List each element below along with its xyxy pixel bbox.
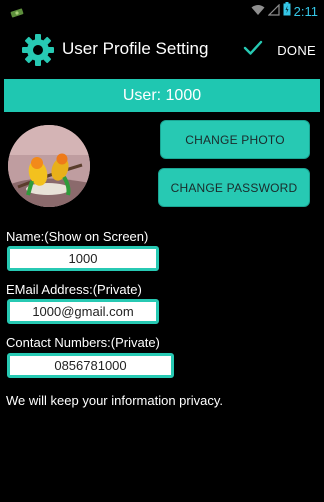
contact-label: Contact Numbers:(Private) [6, 335, 160, 350]
name-label: Name:(Show on Screen) [6, 229, 149, 244]
privacy-note: We will keep your information privacy. [6, 393, 223, 408]
notification-icon [10, 5, 24, 23]
email-value: 1000@gmail.com [32, 304, 134, 319]
status-bar: 2:11 [0, 0, 324, 22]
name-field[interactable]: 1000 [7, 246, 159, 271]
gear-icon[interactable] [20, 32, 56, 73]
status-time: 2:11 [293, 4, 318, 19]
change-photo-button[interactable]: CHANGE PHOTO [160, 120, 310, 159]
avatar[interactable] [8, 125, 90, 207]
wifi-icon [251, 3, 265, 21]
change-password-label: CHANGE PASSWORD [170, 180, 298, 195]
contact-value: 0856781000 [54, 358, 127, 373]
user-label: User: 1000 [122, 86, 202, 104]
check-icon [243, 40, 263, 61]
email-field[interactable]: 1000@gmail.com [7, 299, 159, 324]
action-bar: User Profile Setting DONE [0, 22, 324, 78]
done-button[interactable]: DONE [243, 32, 316, 68]
name-value: 1000 [68, 251, 98, 266]
email-label: EMail Address:(Private) [6, 282, 142, 297]
contact-field[interactable]: 0856781000 [7, 353, 174, 378]
battery-icon [283, 2, 291, 21]
done-label: DONE [277, 42, 316, 58]
change-photo-label: CHANGE PHOTO [185, 132, 285, 147]
signal-icon [267, 3, 280, 21]
user-bar: User: 1000 [4, 79, 320, 112]
change-password-button[interactable]: CHANGE PASSWORD [158, 168, 310, 207]
page-title: User Profile Setting [62, 39, 209, 58]
